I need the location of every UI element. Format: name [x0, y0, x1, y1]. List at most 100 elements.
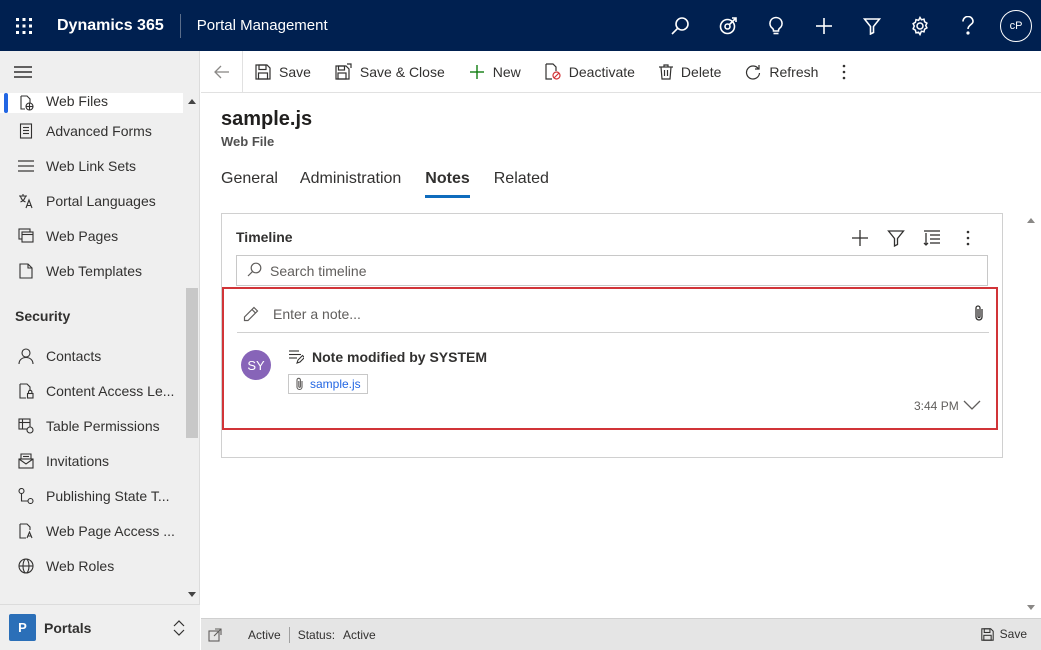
timeline-filter-icon[interactable] [878, 226, 914, 250]
template-icon [16, 261, 36, 281]
trash-icon [658, 63, 673, 80]
save-icon [255, 63, 271, 80]
note-timestamp: 3:44 PM [914, 399, 959, 413]
footer-save-label: Save [999, 627, 1027, 641]
attachment-name[interactable]: sample.js [310, 377, 361, 391]
sidebar-item-advanced-forms[interactable]: Advanced Forms [0, 113, 200, 148]
gear-icon[interactable] [896, 0, 944, 51]
app-launcher-icon[interactable] [0, 0, 48, 51]
back-arrow-icon[interactable] [201, 50, 243, 93]
tab-administration[interactable]: Administration [300, 170, 401, 198]
lightbulb-icon[interactable] [752, 0, 800, 51]
user-avatar[interactable]: cP [1000, 9, 1032, 42]
scroll-down-arrow-icon[interactable] [1027, 605, 1035, 610]
sidebar-item-invitations[interactable]: Invitations [0, 443, 200, 478]
invitation-icon [16, 451, 36, 471]
sidebar-item-label: Invitations [46, 452, 110, 469]
top-navigation-bar: Dynamics 365 Portal Management cP [0, 0, 1041, 51]
filter-icon[interactable] [848, 0, 896, 51]
sidebar-item-web-roles[interactable]: Web Roles [0, 548, 200, 583]
pages-icon [16, 226, 36, 246]
area-switcher[interactable]: P Portals [0, 604, 200, 650]
status-label: Status: [297, 627, 336, 642]
chevron-down-icon[interactable] [963, 398, 981, 414]
sidebar: Web Files Advanced Forms Web Link Sets P… [0, 51, 200, 650]
record-state: Active [248, 627, 281, 642]
sidebar-item-content-access-levels[interactable]: Content Access Le... [0, 373, 200, 408]
tab-related[interactable]: Related [494, 170, 549, 198]
attachment-chip[interactable]: sample.js [288, 374, 368, 394]
tab-general[interactable]: General [221, 170, 278, 198]
new-label: New [492, 63, 521, 80]
sidebar-item-label: Table Permissions [46, 417, 160, 434]
add-timeline-plus-icon[interactable] [842, 226, 878, 250]
note-input[interactable] [273, 306, 953, 322]
hamburger-menu-icon[interactable] [0, 51, 199, 93]
deactivate-button[interactable]: Deactivate [533, 51, 647, 93]
sidebar-item-web-link-sets[interactable]: Web Link Sets [0, 148, 200, 183]
web-file-icon [16, 93, 36, 113]
sidebar-item-label: Contacts [46, 347, 102, 364]
attach-paperclip-icon[interactable] [973, 304, 985, 325]
timeline-search-input[interactable] [270, 262, 950, 279]
help-icon[interactable] [944, 0, 992, 51]
pencil-icon [243, 306, 259, 322]
form-tabs: General Administration Notes Related [221, 170, 573, 198]
delete-button[interactable]: Delete [647, 51, 733, 93]
sidebar-scroll-thumb[interactable] [186, 288, 198, 438]
sidebar-item-portal-languages[interactable]: Portal Languages [0, 183, 200, 218]
save-close-icon [335, 63, 352, 80]
timeline-more-icon[interactable] [950, 226, 986, 250]
app-name[interactable]: Dynamics 365 [48, 13, 181, 38]
sidebar-item-web-templates[interactable]: Web Templates [0, 253, 200, 288]
assistant-target-icon[interactable] [704, 0, 752, 51]
sidebar-section-security: Security [15, 308, 71, 324]
status-footer: Active Status: Active Save [201, 618, 1041, 650]
deactivate-icon [545, 63, 561, 80]
sidebar-item-table-permissions[interactable]: Table Permissions [0, 408, 200, 443]
scroll-up-arrow-icon[interactable] [1027, 218, 1035, 223]
command-bar: Save Save & Close New Deactivate Delete … [201, 50, 1041, 93]
save-label: Save [279, 63, 311, 80]
note-entry-title-text: Note modified by SYSTEM [312, 349, 488, 365]
new-button[interactable]: New [457, 51, 533, 93]
deactivate-label: Deactivate [568, 63, 635, 80]
sidebar-item-contacts[interactable]: Contacts [0, 338, 200, 373]
tab-notes[interactable]: Notes [425, 170, 471, 198]
table-permission-icon [16, 416, 36, 436]
area-label: Portals [44, 619, 92, 636]
sidebar-item-label: Web Files [46, 93, 108, 109]
sidebar-item-label: Publishing State T... [46, 487, 170, 504]
flow-icon [16, 486, 36, 506]
refresh-icon [745, 64, 761, 80]
area-badge: P [9, 614, 36, 641]
footer-save-button[interactable]: Save [974, 627, 1027, 641]
main-scrollbar[interactable] [1022, 213, 1040, 617]
form-icon [16, 121, 36, 141]
sidebar-item-web-page-access[interactable]: Web Page Access ... [0, 513, 200, 548]
more-commands-icon[interactable] [830, 51, 858, 93]
save-and-close-button[interactable]: Save & Close [323, 51, 457, 93]
sort-list-icon[interactable] [914, 226, 950, 250]
sidebar-item-label: Web Pages [46, 227, 119, 244]
record-entity-type: Web File [221, 134, 275, 149]
refresh-button[interactable]: Refresh [733, 51, 830, 93]
record-title: sample.js [221, 108, 313, 130]
sidebar-item-web-files[interactable]: Web Files [0, 93, 183, 113]
open-in-window-icon[interactable] [208, 627, 222, 642]
sidebar-item-web-pages[interactable]: Web Pages [0, 218, 200, 253]
globe-icon [16, 556, 36, 576]
scroll-up-arrow-icon[interactable] [188, 99, 196, 104]
sidebar-item-publishing-state-transitions[interactable]: Publishing State T... [0, 478, 200, 513]
note-author-avatar: SY [241, 350, 271, 380]
refresh-label: Refresh [769, 63, 819, 80]
plus-icon[interactable] [800, 0, 848, 51]
scroll-down-arrow-icon[interactable] [188, 592, 196, 597]
save-button[interactable]: Save [243, 51, 323, 93]
app-area-name[interactable]: Portal Management [181, 17, 328, 34]
timeline-title: Timeline [236, 229, 293, 245]
plus-icon [469, 64, 485, 80]
list-icon [16, 156, 36, 176]
search-icon[interactable] [656, 0, 704, 51]
search-icon [247, 262, 262, 280]
